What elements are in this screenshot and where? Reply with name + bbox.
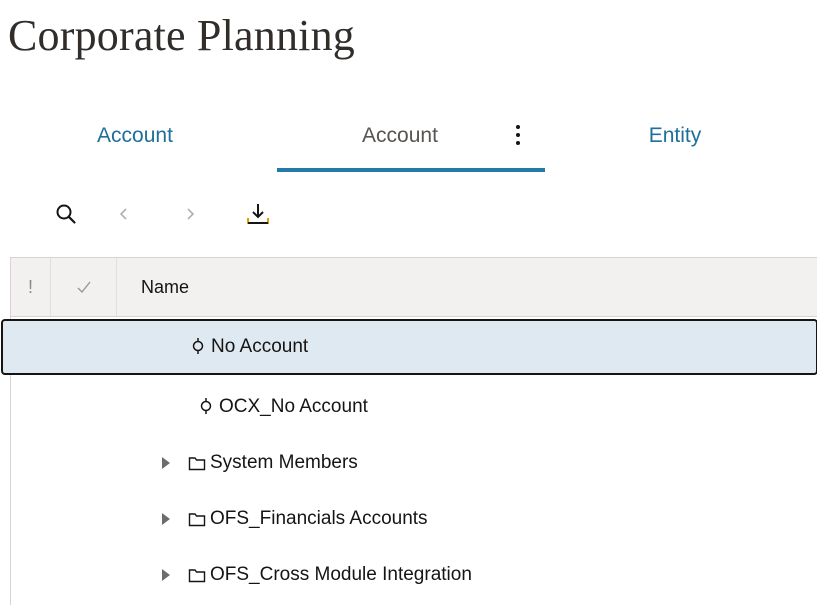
expand-triangle-icon[interactable] <box>158 509 174 529</box>
expand-triangle-icon[interactable] <box>158 453 174 473</box>
folder-icon <box>187 453 207 473</box>
row-label: No Account <box>211 336 309 357</box>
tab-account-selected[interactable]: Account <box>300 100 500 172</box>
download-icon[interactable] <box>238 194 278 234</box>
member-grid: ! Name No Account OCX_No Account System … <box>1 257 817 605</box>
page-title: Corporate Planning <box>8 11 355 60</box>
search-icon[interactable] <box>46 194 86 234</box>
tab-more-options-icon[interactable] <box>508 120 528 150</box>
selected-tab-indicator <box>277 168 545 172</box>
member-node-icon <box>196 397 216 417</box>
select-all-checkmark-icon[interactable] <box>51 258 117 316</box>
grid-row-ofs-financials-accounts[interactable]: OFS_Financials Accounts <box>11 491 817 547</box>
status-column-header[interactable]: ! <box>11 258 51 316</box>
tab-entity[interactable]: Entity <box>600 100 750 172</box>
grid-row-system-members[interactable]: System Members <box>11 435 817 491</box>
row-label: OFS_Cross Module Integration <box>210 564 472 585</box>
name-column-header[interactable]: Name <box>141 258 189 316</box>
member-node-icon <box>188 337 208 357</box>
row-label: System Members <box>210 452 358 473</box>
expand-triangle-icon[interactable] <box>158 565 174 585</box>
row-label: OFS_Financials Accounts <box>210 508 428 529</box>
folder-icon <box>187 509 207 529</box>
grid-row-no-account[interactable]: No Account <box>1 319 817 375</box>
grid-row-ofs-cross-module-integration[interactable]: OFS_Cross Module Integration <box>11 547 817 603</box>
chevron-left-icon[interactable] <box>104 194 144 234</box>
grid-row-ocx-no-account[interactable]: OCX_No Account <box>11 379 817 435</box>
folder-icon <box>187 565 207 585</box>
toolbar <box>28 194 328 234</box>
grid-header: ! Name <box>11 257 817 317</box>
row-label: OCX_No Account <box>219 396 368 417</box>
tab-account[interactable]: Account <box>60 100 210 172</box>
tab-bar: Account Account Entity <box>0 100 817 172</box>
chevron-right-icon[interactable] <box>170 194 210 234</box>
